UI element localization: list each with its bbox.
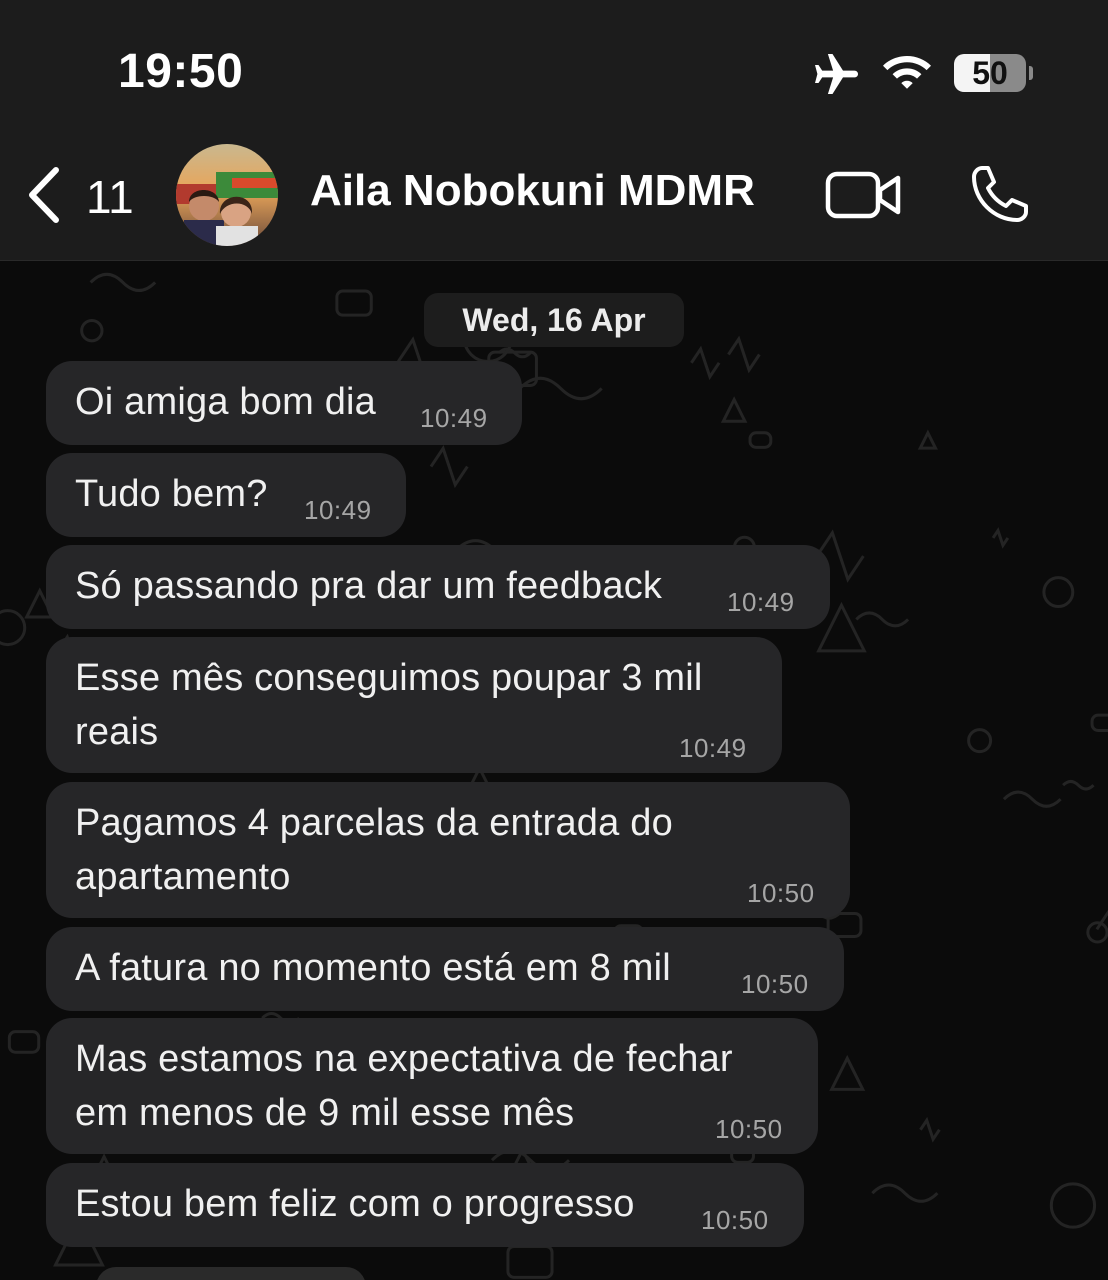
chat-header: 11 Aila Nobokuni MDMR [0, 130, 1108, 261]
avatar[interactable] [176, 144, 278, 246]
message-bubble[interactable]: Mas estamos na expectativa de fechar em m… [46, 1018, 818, 1154]
message-timestamp: 10:50 [741, 969, 809, 999]
message-text: em menos de 9 mil esse mês [75, 1092, 575, 1134]
message-bubble[interactable]: A fatura no momento está em 8 mil 10:50 [46, 927, 844, 1011]
message-timestamp: 10:49 [304, 495, 372, 525]
message-text: Mas estamos na expectativa de fechar [75, 1038, 733, 1080]
phone-icon[interactable] [968, 162, 1032, 226]
message-timestamp: 10:50 [715, 1114, 783, 1144]
message-bubble[interactable]: Oi amiga bom dia 10:49 [46, 361, 522, 445]
message-timestamp: 10:49 [679, 733, 747, 763]
battery-icon: 50 [954, 54, 1026, 92]
message-text: Só passando pra dar um feedback [75, 565, 663, 607]
date-separator: Wed, 16 Apr [424, 293, 684, 347]
message-text: Oi amiga bom dia [75, 381, 377, 423]
message-bubble[interactable]: Tudo bem? 10:49 [46, 453, 406, 537]
message-text: A fatura no momento está em 8 mil [75, 947, 671, 989]
battery-percentage: 50 [972, 55, 1008, 91]
message-bubble[interactable]: Só passando pra dar um feedback 10:49 [46, 545, 830, 629]
status-time: 19:50 [118, 45, 244, 98]
scroll-indicator [96, 1267, 366, 1280]
message-text: reais [75, 711, 159, 753]
wifi-icon [883, 56, 931, 89]
message-timestamp: 10:49 [420, 403, 488, 433]
video-camera-icon[interactable] [824, 166, 904, 224]
avatar-photo [176, 144, 278, 246]
airplane-icon [815, 54, 858, 94]
back-button[interactable]: 11 [18, 160, 138, 230]
message-timestamp: 10:50 [701, 1205, 769, 1235]
message-text: Tudo bem? [75, 473, 268, 515]
message-bubble[interactable]: Esse mês conseguimos poupar 3 mil reais 10… [46, 637, 782, 773]
status-bar: 19:50 50 [0, 0, 1108, 130]
message-text: Pagamos 4 parcelas da entrada do [75, 802, 673, 844]
message-text: Esse mês conseguimos poupar 3 mil [75, 657, 703, 699]
message-bubble[interactable]: Estou bem feliz com o progresso 10:50 [46, 1163, 804, 1247]
message-timestamp: 10:49 [727, 587, 795, 617]
message-timestamp: 10:50 [747, 878, 815, 908]
message-text: apartamento [75, 856, 291, 898]
contact-name[interactable]: Aila Nobokuni MDMR [310, 166, 755, 216]
unread-count: 11 [86, 171, 134, 223]
message-text: Estou bem feliz com o progresso [75, 1183, 635, 1225]
chat-screen: 19:50 50 11 Aila Nobokuni MDMR Wed, 16 A… [0, 0, 1108, 1280]
battery-cap [1029, 66, 1033, 80]
back-chevron-icon [29, 167, 59, 223]
message-bubble[interactable]: Pagamos 4 parcelas da entrada do apartame… [46, 782, 850, 918]
chat-area[interactable]: Wed, 16 Apr Oi amiga bom dia 10:49 Tudo be… [0, 261, 1108, 1280]
